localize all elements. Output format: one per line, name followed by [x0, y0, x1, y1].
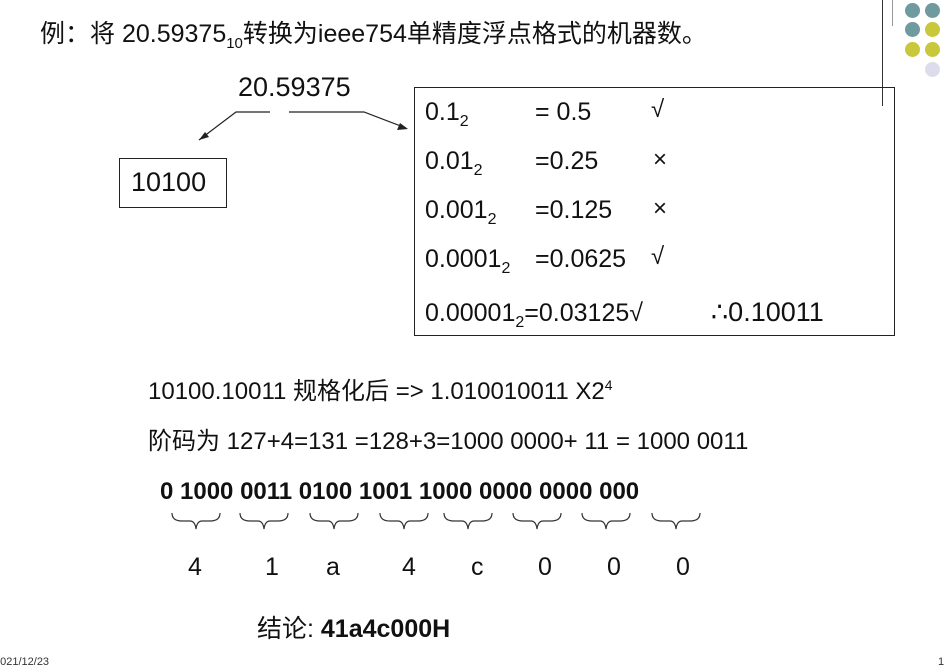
hex-digit: a	[326, 553, 340, 581]
hex-digit: 4	[402, 553, 416, 581]
hex-digit: c	[471, 553, 484, 581]
hex-digit: 0	[676, 553, 690, 581]
hex-digit: 0	[607, 553, 621, 581]
footer-date: 2021/12/23	[0, 656, 50, 668]
hex-digit: 0	[538, 553, 552, 581]
conclusion: 结论: 41a4c000H	[257, 615, 451, 643]
hex-digit: 4	[188, 553, 202, 581]
page-number: 1	[938, 656, 945, 668]
hex-digit: 1	[265, 553, 279, 581]
